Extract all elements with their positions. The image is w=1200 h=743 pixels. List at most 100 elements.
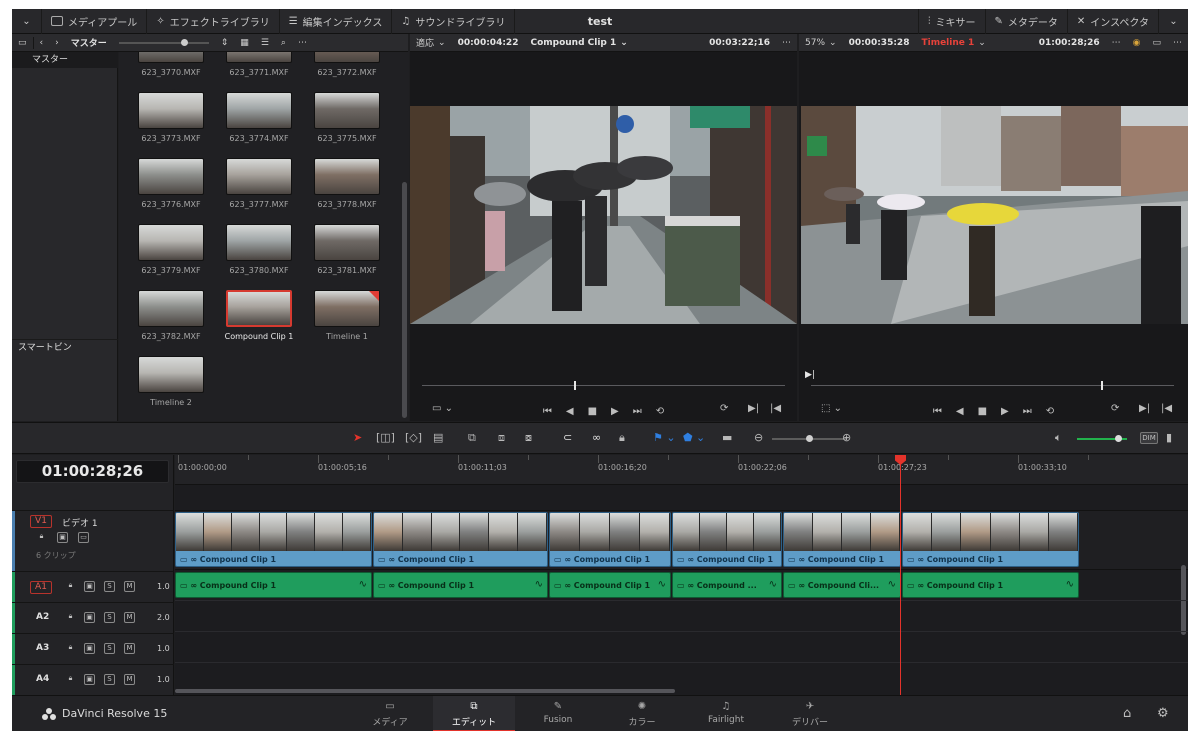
slider-knob[interactable]: [806, 435, 813, 442]
audio-fade-icon[interactable]: ∿: [888, 579, 896, 590]
track-name-v1[interactable]: ビデオ 1: [62, 516, 98, 529]
nav-forward-button[interactable]: ›: [49, 38, 65, 48]
meter-icon[interactable]: ▮: [1166, 431, 1172, 444]
media-pool-clip[interactable]: 623_3780.MXF: [217, 224, 301, 275]
track-id-v1[interactable]: V1: [30, 515, 52, 528]
workspace-menu-button[interactable]: ⌄: [12, 9, 42, 34]
dim-button[interactable]: DIM: [1140, 432, 1158, 444]
nav-back-button[interactable]: ‹: [34, 38, 50, 48]
media-pool-scrollbar[interactable]: [402, 182, 407, 418]
source-scrubber[interactable]: [422, 381, 785, 390]
loop-icon[interactable]: ⟲: [656, 406, 664, 417]
mute-button[interactable]: M: [124, 612, 135, 623]
blade-tool-icon[interactable]: ▤: [433, 431, 443, 444]
audio-clip[interactable]: ▭ ∞ Compound Cli... ∿: [783, 572, 901, 598]
clip-thumbnail[interactable]: [226, 290, 292, 327]
video-clip[interactable]: ▭ ∞ Compound Clip 1: [902, 512, 1079, 567]
media-pool-clip[interactable]: 623_3771.MXF: [217, 52, 301, 77]
solo-button[interactable]: S: [104, 612, 115, 623]
timeline-match-frame-button[interactable]: ⟳: [1111, 403, 1119, 414]
selection-tool-icon[interactable]: ➤: [353, 431, 362, 444]
track-id-a4[interactable]: A4: [36, 674, 49, 684]
color-wheel-button[interactable]: ◉: [1127, 38, 1147, 48]
timeline-video-frame[interactable]: [801, 106, 1188, 324]
timeline-mark-in-button[interactable]: ▶|: [1139, 403, 1150, 414]
sort-button[interactable]: ⇕: [215, 38, 235, 48]
audio-fade-icon[interactable]: ∿: [359, 579, 367, 590]
audio-clip[interactable]: ▭ ∞ Compound Clip 1 ∿: [373, 572, 548, 598]
thumbnail-size-slider[interactable]: [118, 38, 209, 46]
track-id-a3[interactable]: A3: [36, 643, 49, 653]
media-pool-clip[interactable]: Timeline 1: [305, 290, 389, 341]
track-header-a4[interactable]: A4 🔒︎ ▣ S M 1.0: [12, 664, 174, 696]
source-clip-dropdown[interactable]: Compound Clip 1 ⌄: [524, 38, 703, 48]
timeline-mark-out-button[interactable]: |◀: [1161, 403, 1172, 414]
mute-button[interactable]: M: [124, 674, 135, 685]
lock-icon[interactable]: 🔒︎: [65, 643, 76, 654]
mixer-toggle[interactable]: ⫶ ミキサー: [918, 9, 985, 34]
marker-icon[interactable]: ⬟ ⌄: [683, 431, 705, 444]
play-icon[interactable]: ▶: [1001, 406, 1009, 417]
slider-knob[interactable]: [1115, 435, 1122, 442]
stop-icon[interactable]: ■: [588, 406, 597, 417]
play-icon[interactable]: ▶: [611, 406, 619, 417]
media-pool-clip[interactable]: 623_3781.MXF: [305, 224, 389, 275]
clip-thumbnail[interactable]: [314, 158, 380, 195]
clip-thumbnail[interactable]: [226, 92, 292, 129]
dynamic-trim-icon[interactable]: [◇]: [405, 431, 422, 444]
panel-layout-button[interactable]: ▭: [12, 38, 33, 48]
effects-library-toggle[interactable]: ✧ エフェクトライブラリ: [147, 9, 280, 34]
clip-thumbnail[interactable]: [314, 290, 380, 327]
page-tab-4[interactable]: ♫ Fairlight: [685, 696, 767, 731]
lock-icon[interactable]: 🔒︎: [65, 612, 76, 623]
search-button[interactable]: ⌕: [275, 38, 292, 48]
metadata-toggle[interactable]: ✎ メタデータ: [984, 9, 1067, 34]
speaker-icon[interactable]: 🔈︎: [1055, 431, 1062, 445]
clip-thumbnail[interactable]: [314, 92, 380, 129]
timeline-viewer[interactable]: ▶| ⬚ ⌄ ⏮ ◀ ■ ▶ ⏭ ⟲ ⟳ ▶| |◀: [799, 52, 1188, 421]
auto-select-icon[interactable]: ▣: [84, 643, 95, 654]
replace-clip-icon[interactable]: ⧇: [525, 431, 532, 445]
source-match-frame-button[interactable]: ⟳: [720, 403, 728, 414]
viewer-more-button[interactable]: ⋯: [1167, 38, 1188, 48]
page-tab-3[interactable]: ✺ カラー: [601, 696, 683, 731]
page-tab-1[interactable]: ⧉ エディット: [433, 696, 515, 731]
timeline-dropdown[interactable]: Timeline 1 ⌄: [915, 38, 1032, 48]
clip-thumbnail[interactable]: [138, 356, 204, 393]
flag-icon[interactable]: ⚑ ⌄: [653, 431, 676, 444]
source-options-button[interactable]: ⋯: [776, 38, 797, 48]
media-pool-clip[interactable]: 623_3772.MXF: [305, 52, 389, 77]
auto-select-icon[interactable]: ▣: [84, 674, 95, 685]
fit-dropdown[interactable]: 適応 ⌄: [410, 36, 452, 50]
lock-icon[interactable]: 🔒︎: [65, 674, 76, 685]
track-header-a1[interactable]: A1 🔒︎ ▣ S M 1.0: [12, 571, 174, 603]
source-mark-in-button[interactable]: ▶|: [748, 403, 759, 414]
video-clip[interactable]: ▭ ∞ Compound Clip 1: [549, 512, 671, 567]
solo-button[interactable]: S: [104, 674, 115, 685]
clip-thumbnail[interactable]: [138, 224, 204, 261]
clip-thumbnail[interactable]: [138, 52, 204, 63]
snapping-icon[interactable]: ⊂: [563, 431, 572, 444]
source-mark-out-button[interactable]: |◀: [770, 403, 781, 414]
page-tab-2[interactable]: ✎ Fusion: [517, 696, 599, 731]
mute-button[interactable]: M: [124, 643, 135, 654]
stop-icon[interactable]: ■: [978, 406, 987, 417]
solo-button[interactable]: S: [104, 643, 115, 654]
clip-thumbnail[interactable]: [314, 224, 380, 261]
lock-icon[interactable]: 🔒︎: [65, 581, 76, 592]
video-clip[interactable]: ▭ ∞ Compound Clip 1: [175, 512, 372, 567]
lock-icon[interactable]: 🔒︎: [36, 532, 47, 543]
timeline-timecode-display[interactable]: 01:00:28;26: [16, 460, 169, 483]
media-pool-clip[interactable]: 623_3779.MXF: [129, 224, 213, 275]
media-pool-clip[interactable]: 623_3777.MXF: [217, 158, 301, 209]
audio-clip[interactable]: ▭ ∞ Compound Clip 1 ∿: [175, 572, 372, 598]
video-clip[interactable]: ▭ ∞ Compound Clip 1: [783, 512, 901, 567]
link-icon[interactable]: ∞: [592, 431, 601, 444]
timeline-view-options-icon[interactable]: ▬: [722, 431, 732, 444]
list-view-button[interactable]: ☰: [255, 38, 275, 48]
play-reverse-icon[interactable]: ◀: [956, 406, 964, 417]
bin-master[interactable]: マスター: [12, 52, 118, 68]
mute-button[interactable]: M: [124, 581, 135, 592]
audio-fade-icon[interactable]: ∿: [535, 579, 543, 590]
solo-button[interactable]: S: [104, 581, 115, 592]
